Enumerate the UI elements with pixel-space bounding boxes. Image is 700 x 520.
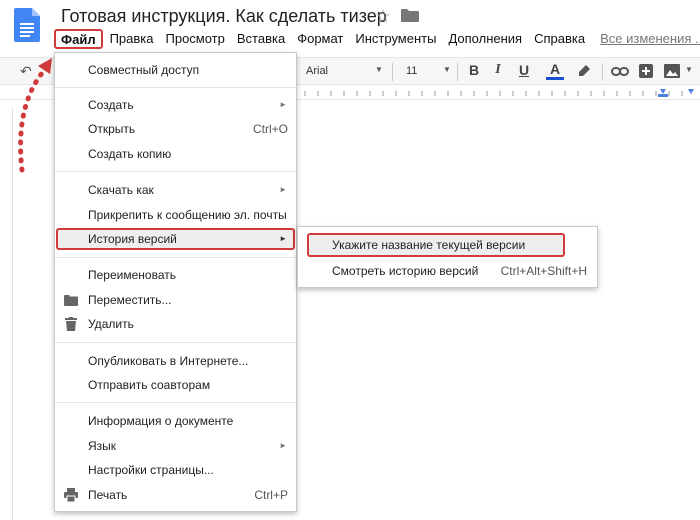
toolbar-divider [457, 63, 458, 81]
menu-item-share[interactable]: Совместный доступ [55, 59, 296, 81]
menu-divider [55, 342, 296, 343]
menu-item-copy[interactable]: Создать копию [55, 143, 296, 165]
menu-item-print[interactable]: Печать Ctrl+P [55, 484, 296, 506]
submenu-arrow-icon: ► [279, 100, 287, 109]
menu-item-attach-email[interactable]: Прикрепить к сообщению эл. почты [55, 204, 296, 226]
all-changes-link[interactable]: Все изменения ... [600, 29, 700, 49]
folder-icon[interactable] [401, 9, 419, 22]
toolbar-divider [602, 63, 603, 81]
menu-item-send-collaborators[interactable]: Отправить соавторам [55, 374, 296, 396]
menu-insert[interactable]: Вставка [231, 29, 291, 49]
folder-icon [64, 295, 78, 306]
menu-addons[interactable]: Дополнения [442, 29, 528, 49]
menu-item-page-setup[interactable]: Настройки страницы... [55, 459, 296, 481]
italic-button[interactable]: I [489, 62, 507, 78]
print-icon [64, 488, 78, 502]
submenu-arrow-icon: ► [279, 185, 287, 194]
trash-icon [65, 317, 77, 331]
menu-divider [55, 257, 296, 258]
highlight-pen-icon[interactable] [577, 64, 591, 78]
menu-help[interactable]: Справка [528, 29, 591, 49]
menu-item-move[interactable]: Переместить... [55, 289, 296, 311]
menu-divider [55, 87, 296, 88]
menu-tools[interactable]: Инструменты [349, 29, 442, 49]
submenu-arrow-icon: ► [279, 234, 287, 243]
chevron-down-icon[interactable]: ▼ [685, 65, 693, 74]
font-size-select[interactable]: 11 [406, 65, 417, 77]
underline-button[interactable]: U [515, 62, 533, 78]
menu-item-download[interactable]: Скачать как ► [55, 179, 296, 201]
menu-edit[interactable]: Правка [104, 29, 160, 49]
docs-logo-icon[interactable] [14, 8, 40, 42]
menu-divider [55, 171, 296, 172]
version-history-submenu: Укажите название текущей версии Смотреть… [297, 226, 598, 288]
submenu-item-name-version[interactable]: Укажите название текущей версии [307, 233, 565, 257]
file-menu-dropdown: Совместный доступ Создать ► Открыть Ctrl+O… [54, 52, 297, 512]
menu-divider [55, 402, 296, 403]
menu-format[interactable]: Формат [291, 29, 349, 49]
bold-button[interactable]: B [465, 62, 483, 78]
menu-item-language[interactable]: Язык ► [55, 435, 296, 457]
star-icon[interactable]: ☆ [375, 6, 391, 27]
submenu-arrow-icon: ► [279, 441, 287, 450]
menu-view[interactable]: Просмотр [160, 29, 231, 49]
image-icon[interactable] [664, 64, 680, 78]
add-comment-icon[interactable] [639, 64, 653, 78]
menu-item-create[interactable]: Создать ► [55, 94, 296, 116]
submenu-item-see-history[interactable]: Смотреть историю версий Ctrl+Alt+Shift+H [298, 259, 597, 283]
annotation-arrow-icon [18, 58, 53, 173]
link-icon[interactable] [611, 66, 629, 77]
menu-file[interactable]: Файл [54, 29, 103, 49]
text-color-button[interactable]: A [546, 62, 564, 80]
menu-item-doc-info[interactable]: Информация о документе [55, 410, 296, 432]
menu-item-version-history[interactable]: История версий ► [56, 228, 295, 250]
toolbar-divider [392, 63, 393, 81]
menubar: Файл Правка Просмотр Вставка Формат Инст… [54, 29, 700, 49]
chevron-down-icon[interactable]: ▼ [443, 65, 451, 74]
chevron-down-icon[interactable]: ▼ [375, 65, 383, 74]
font-select[interactable]: Arial [306, 65, 328, 77]
menu-item-open[interactable]: Открыть Ctrl+O [55, 118, 296, 140]
menu-item-rename[interactable]: Переименовать [55, 264, 296, 286]
menu-item-publish[interactable]: Опубликовать в Интернете... [55, 350, 296, 372]
menu-item-delete[interactable]: Удалить [55, 313, 296, 335]
document-title[interactable]: Готовая инструкция. Как сделать тизер [61, 6, 387, 27]
